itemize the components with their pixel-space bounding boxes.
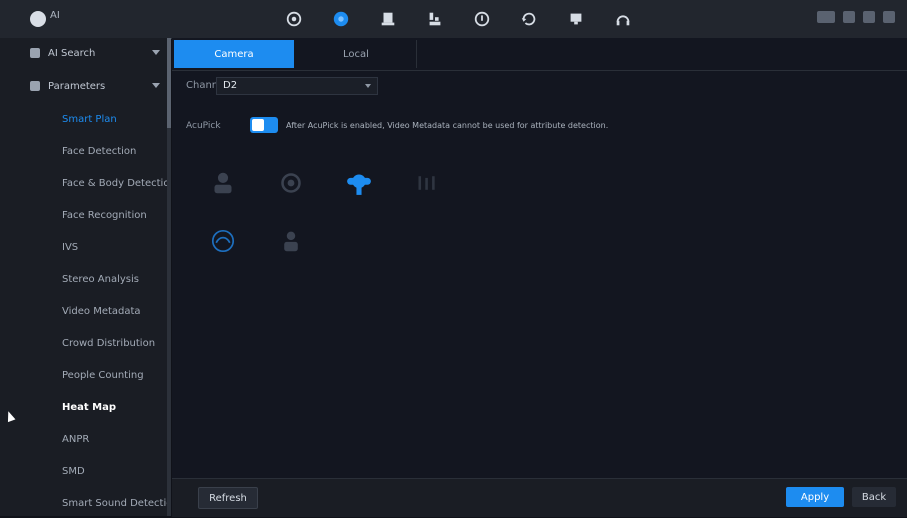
tab-local[interactable]: Local — [296, 40, 417, 68]
storage-icon[interactable] — [364, 0, 411, 38]
top-navigation-bar: AI — [0, 0, 907, 39]
maintenance-icon[interactable] — [458, 0, 505, 38]
audio-icon[interactable] — [599, 0, 646, 38]
apply-button[interactable]: Apply — [786, 487, 844, 507]
acupick-label: AcuPick — [186, 121, 221, 131]
acupick-note: After AcuPick is enabled, Video Metadata… — [286, 121, 609, 130]
channel-value: D2 — [223, 80, 238, 91]
face-recognition-icon[interactable] — [266, 158, 316, 208]
sidebar: AI Search Parameters Smart Plan Face Det… — [0, 38, 171, 516]
exit-icon[interactable] — [863, 11, 875, 23]
chevron-down-icon — [152, 50, 160, 55]
refresh-button[interactable]: Refresh — [198, 487, 258, 509]
channel-select[interactable]: D2 — [216, 77, 378, 95]
sidebar-head-label: AI Search — [48, 47, 96, 59]
ivs-icon[interactable] — [334, 158, 384, 208]
sidebar-item-face-recognition[interactable]: Face Recognition — [0, 200, 170, 230]
function-icons-grid — [198, 158, 518, 278]
app-title: AI — [50, 10, 60, 21]
sidebar-scrollbar[interactable] — [167, 38, 171, 516]
back-button[interactable]: Back — [852, 487, 896, 507]
user-icon[interactable] — [843, 11, 855, 23]
sidebar-item-smd[interactable]: SMD — [0, 456, 170, 486]
sidebar-item-smart-plan[interactable]: Smart Plan — [0, 104, 170, 134]
ai-icon[interactable] — [317, 0, 364, 38]
sidebar-head-ai-search[interactable]: AI Search — [0, 38, 170, 68]
sidebar-head-label: Parameters — [48, 80, 106, 92]
scrollbar-thumb[interactable] — [167, 38, 171, 128]
people-counting-icon[interactable] — [402, 158, 452, 208]
status-badge-icon[interactable] — [817, 11, 835, 23]
parameters-icon — [30, 81, 40, 91]
sidebar-item-smart-sound-detection[interactable]: Smart Sound Detection — [0, 488, 170, 518]
sidebar-item-face-detection[interactable]: Face Detection — [0, 136, 170, 166]
bottom-bar: Refresh Apply Back — [172, 478, 907, 517]
sidebar-head-parameters[interactable]: Parameters — [0, 71, 170, 101]
video-metadata-icon[interactable] — [266, 216, 316, 266]
tab-camera[interactable]: Camera — [174, 40, 294, 68]
toggle-knob — [252, 119, 264, 131]
heat-map-icon[interactable] — [198, 216, 248, 266]
sidebar-item-heat-map[interactable]: Heat Map — [0, 392, 170, 422]
menu-icon[interactable] — [883, 11, 895, 23]
backup-icon[interactable] — [505, 0, 552, 38]
sidebar-item-crowd-distribution[interactable]: Crowd Distribution — [0, 328, 170, 358]
tab-bar: Camera Local — [172, 38, 907, 71]
settings-icon[interactable] — [270, 0, 317, 38]
chevron-down-icon — [365, 84, 371, 88]
display-icon[interactable] — [552, 0, 599, 38]
acupick-toggle[interactable] — [250, 117, 278, 133]
chevron-down-icon — [152, 83, 160, 88]
sidebar-item-people-counting[interactable]: People Counting — [0, 360, 170, 390]
search-icon — [30, 48, 40, 58]
sidebar-item-ivs[interactable]: IVS — [0, 232, 170, 262]
network-icon[interactable] — [411, 0, 458, 38]
sidebar-item-anpr[interactable]: ANPR — [0, 424, 170, 454]
sidebar-item-stereo-analysis[interactable]: Stereo Analysis — [0, 264, 170, 294]
sidebar-item-face-body-detection[interactable]: Face & Body Detection — [0, 168, 170, 198]
sidebar-item-video-metadata[interactable]: Video Metadata — [0, 296, 170, 326]
face-detection-icon[interactable] — [198, 158, 248, 208]
main-panel: Camera Local Channel D2 AcuPick After Ac… — [172, 38, 907, 516]
logo-icon — [30, 11, 46, 27]
